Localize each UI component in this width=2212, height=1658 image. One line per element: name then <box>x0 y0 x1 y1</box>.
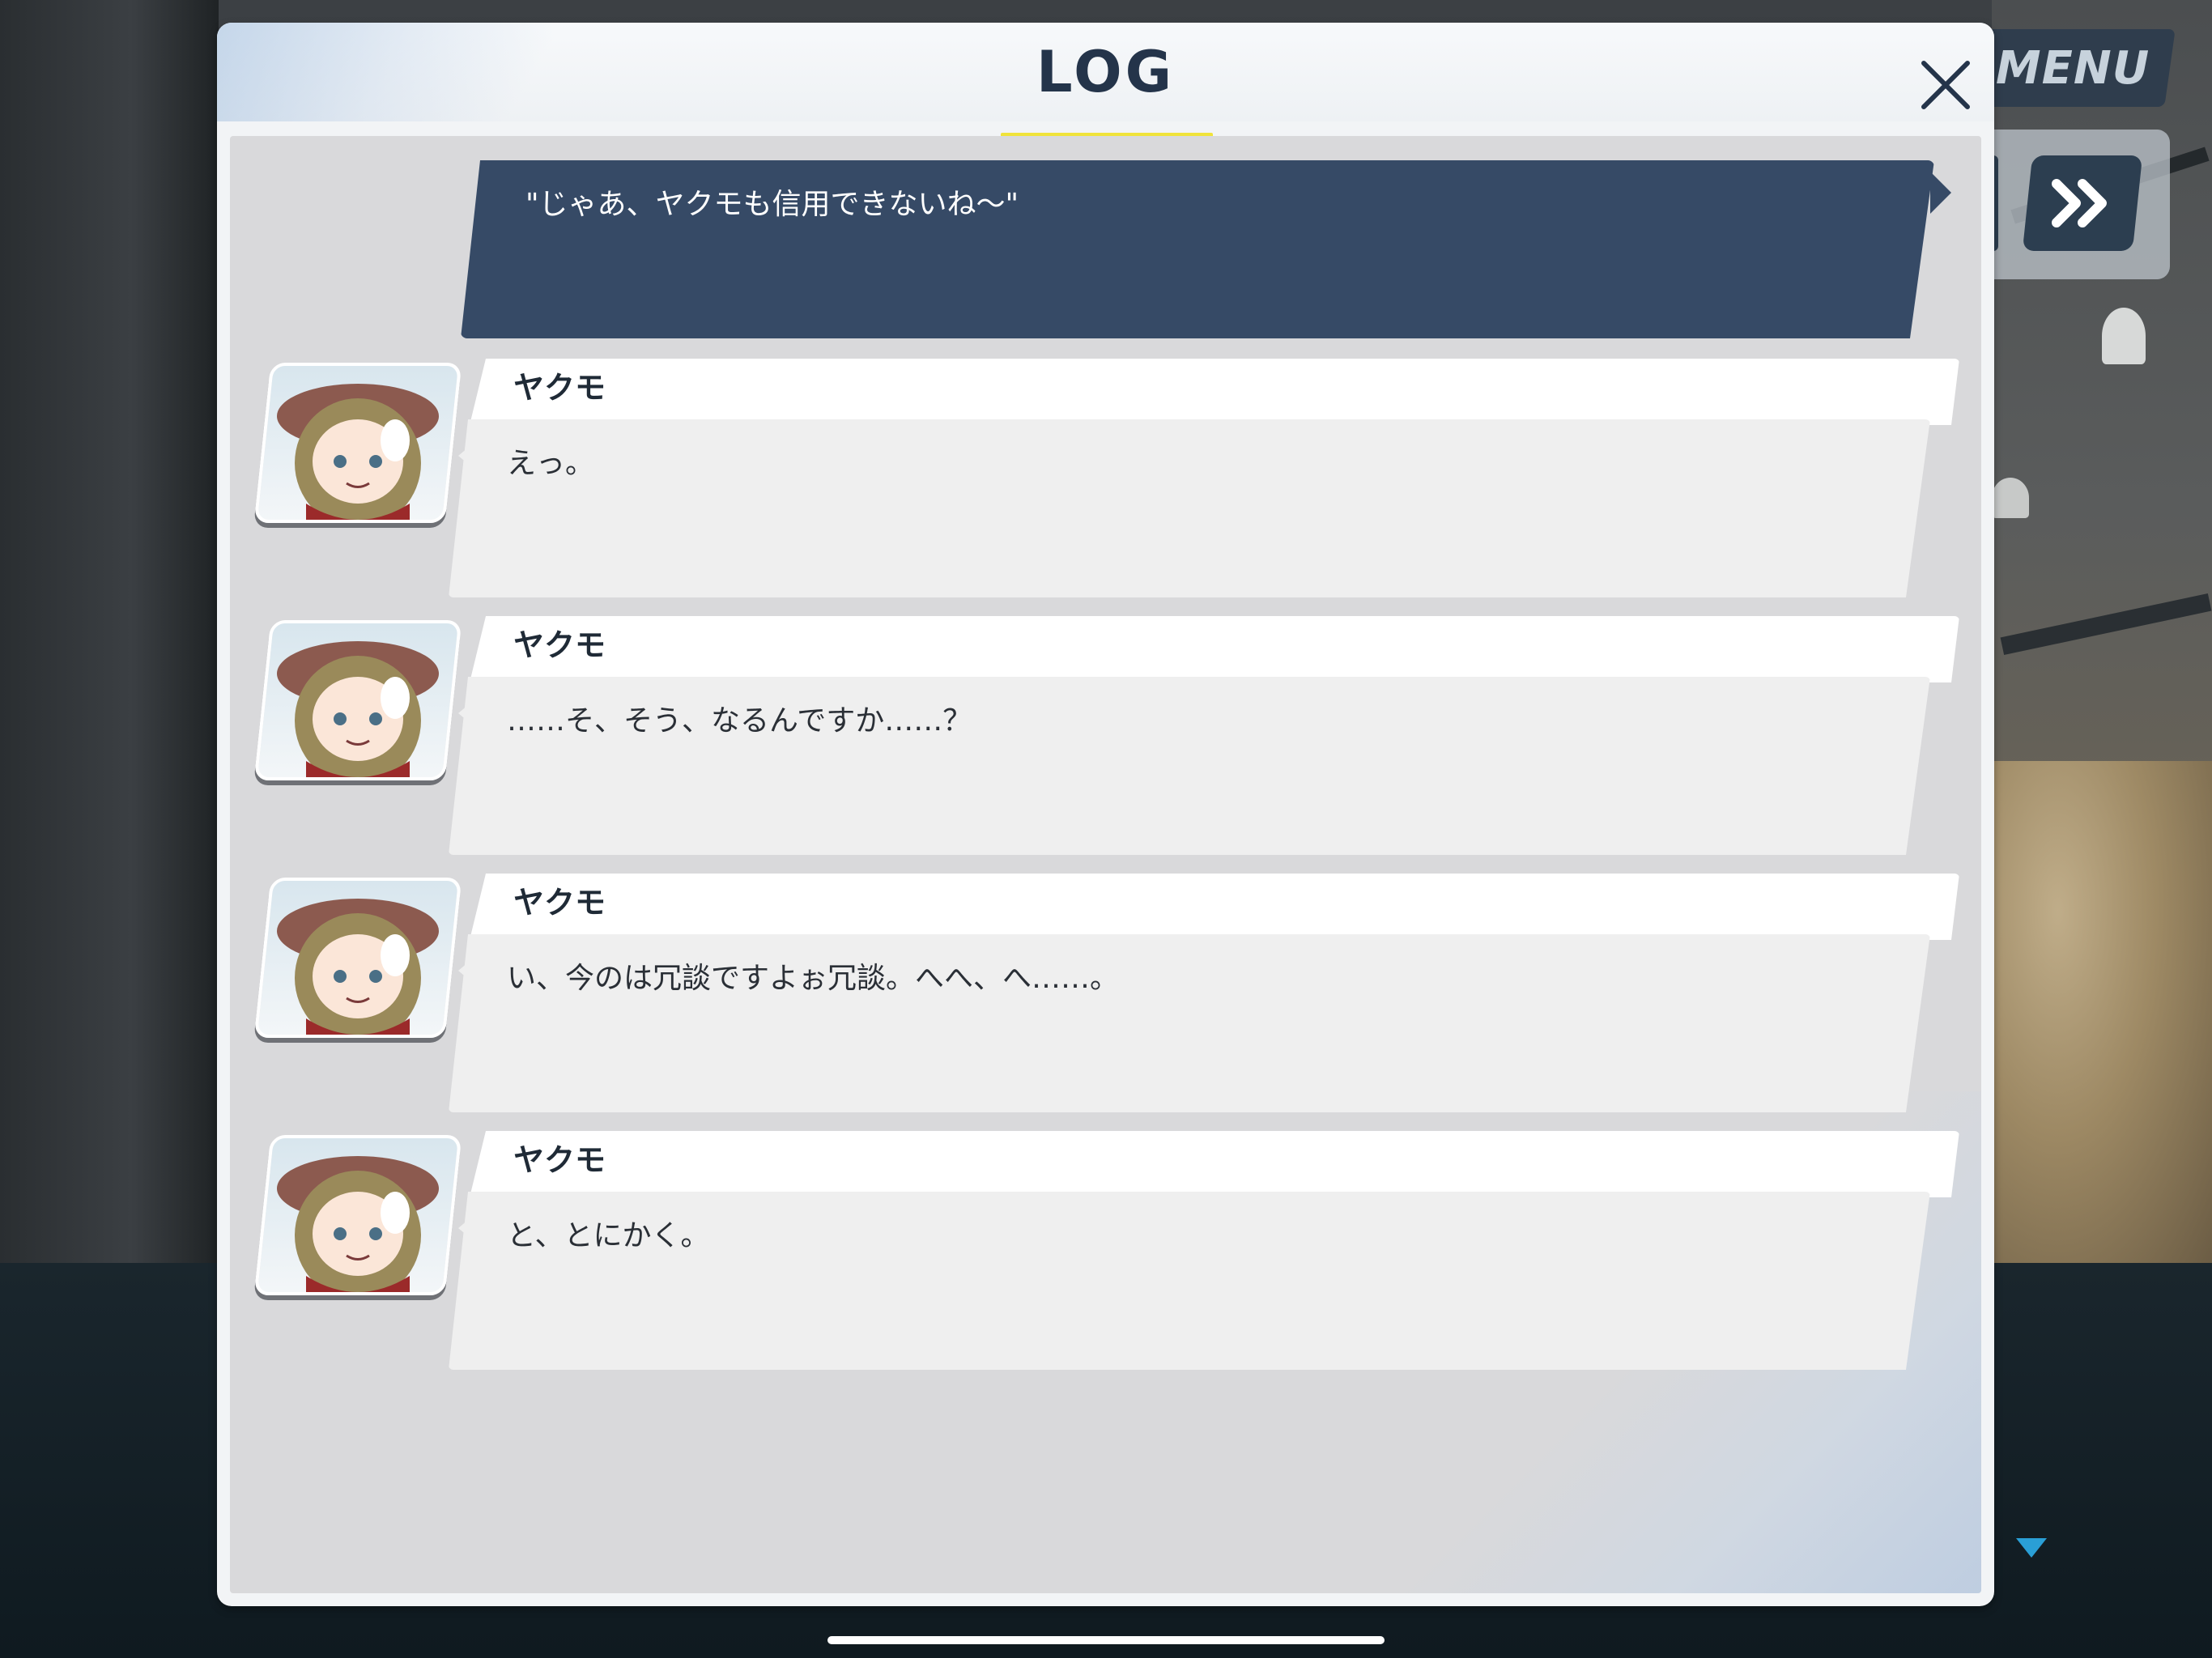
background-lamp <box>1992 478 2029 518</box>
menu-button[interactable]: MENU <box>1970 29 2176 107</box>
speaker-name: ヤクモ <box>513 627 606 663</box>
character-portrait-icon <box>277 641 439 780</box>
dialogue-pointer <box>458 954 478 987</box>
narration-text: "じゃあ、ヤクモも信用できないね～" <box>525 188 1019 221</box>
speaker-name: ヤクモ <box>513 1142 606 1178</box>
narration-pointer <box>1930 172 1951 214</box>
character-avatar[interactable] <box>253 1135 462 1295</box>
log-dialog: LOG "じゃあ、ヤクモも信用できないね～" ヤクモ えっ。 ヤクモ ……そ、そ… <box>217 23 1994 1606</box>
speaker-name-bar <box>470 616 1959 682</box>
background-paper-rolls <box>1992 761 2212 1263</box>
speaker-name: ヤクモ <box>513 885 606 920</box>
skip-button[interactable] <box>2022 155 2143 251</box>
background-lamp <box>2102 308 2146 364</box>
fast-forward-icon <box>2052 179 2107 227</box>
character-portrait-icon <box>277 899 439 1038</box>
home-indicator[interactable] <box>827 1636 1385 1644</box>
speaker-name-bar <box>470 1131 1959 1197</box>
character-avatar[interactable] <box>253 878 462 1038</box>
character-avatar[interactable] <box>253 620 462 780</box>
dialogue-pointer <box>458 440 478 472</box>
character-portrait-icon <box>277 1156 439 1295</box>
background-shelf <box>0 0 219 1263</box>
triangle-down-icon[interactable] <box>2013 1533 2050 1562</box>
speaker-name-bar <box>470 359 1959 425</box>
log-entry: ヤクモ い、今のは冗談ですよぉ冗談。へへ、へ……。 <box>230 874 1981 1116</box>
dialogue-box <box>449 419 1930 597</box>
close-button[interactable] <box>1901 40 1990 130</box>
log-list[interactable]: "じゃあ、ヤクモも信用できないね～" ヤクモ えっ。 ヤクモ ……そ、そう、なる… <box>230 136 1981 1593</box>
menu-label: MENU <box>1995 41 2150 95</box>
dialogue-text: ……そ、そう、なるんですか……？ <box>507 704 972 738</box>
log-header: LOG <box>217 23 1994 139</box>
dialogue-pointer <box>458 1212 478 1244</box>
log-entry: ヤクモ えっ。 <box>230 359 1981 602</box>
log-title: LOG <box>1036 39 1176 105</box>
dialogue-text: い、今のは冗談ですよぉ冗談。へへ、へ……。 <box>507 962 1120 995</box>
dialogue-text: と、とにかく。 <box>507 1219 710 1252</box>
game-screen: MENU LOG "じゃあ、ヤクモも信用できないね～" ヤクモ えっ。 ヤクモ … <box>0 0 2212 1658</box>
speaker-name-bar <box>470 874 1959 940</box>
dialogue-pointer <box>458 697 478 729</box>
character-portrait-icon <box>277 384 439 523</box>
log-entry-narration: "じゃあ、ヤクモも信用できないね～" <box>461 160 1975 338</box>
log-entry: ヤクモ と、とにかく。 <box>230 1131 1981 1374</box>
speaker-name: ヤクモ <box>513 370 606 406</box>
close-icon <box>1921 61 1970 109</box>
log-entry: ヤクモ ……そ、そう、なるんですか……？ <box>230 616 1981 859</box>
character-avatar[interactable] <box>253 363 462 523</box>
dialogue-text: えっ。 <box>507 447 595 480</box>
